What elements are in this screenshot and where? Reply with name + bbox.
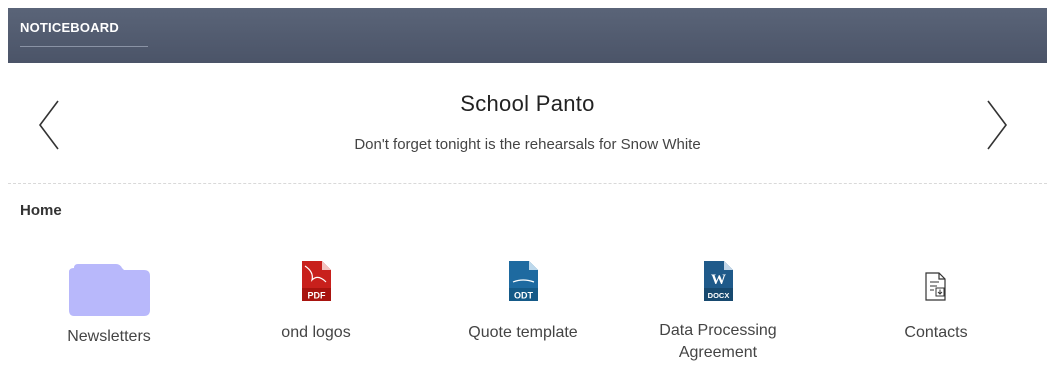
folder-icon — [68, 264, 150, 316]
svg-text:DOCX: DOCX — [708, 291, 730, 300]
svg-text:W: W — [711, 272, 726, 288]
notice-title: School Panto — [460, 91, 595, 116]
file-label: Data Processing Agreement — [659, 322, 777, 361]
file-label: Newsletters — [67, 328, 151, 345]
odt-file-icon: ODT — [509, 261, 538, 301]
docx-file-icon: W DOCX — [704, 261, 733, 301]
file-label: ond logos — [281, 324, 351, 341]
tab-active-indicator — [20, 46, 148, 47]
file-label: Contacts — [904, 324, 968, 341]
pdf-file-icon: PDF — [302, 261, 331, 301]
svg-text:PDF: PDF — [308, 291, 327, 301]
svg-text:ODT: ODT — [514, 291, 534, 301]
contacts-file-icon — [925, 272, 946, 301]
section-heading-home: Home — [20, 202, 62, 219]
notice-message: Don't forget tonight is the rehearsals f… — [354, 136, 701, 153]
file-label: Quote template — [468, 324, 578, 341]
notice-carousel: School Panto Don't forget tonight is the… — [8, 63, 1047, 184]
top-nav-bar: NOTICEBOARD — [8, 8, 1047, 63]
chevron-right-icon — [987, 100, 1007, 150]
tab-noticeboard[interactable]: NOTICEBOARD — [20, 20, 119, 35]
next-notice-button[interactable] — [980, 95, 1012, 155]
file-grid: Newsletters PDF ond logos ODT Quote temp… — [0, 250, 1047, 365]
